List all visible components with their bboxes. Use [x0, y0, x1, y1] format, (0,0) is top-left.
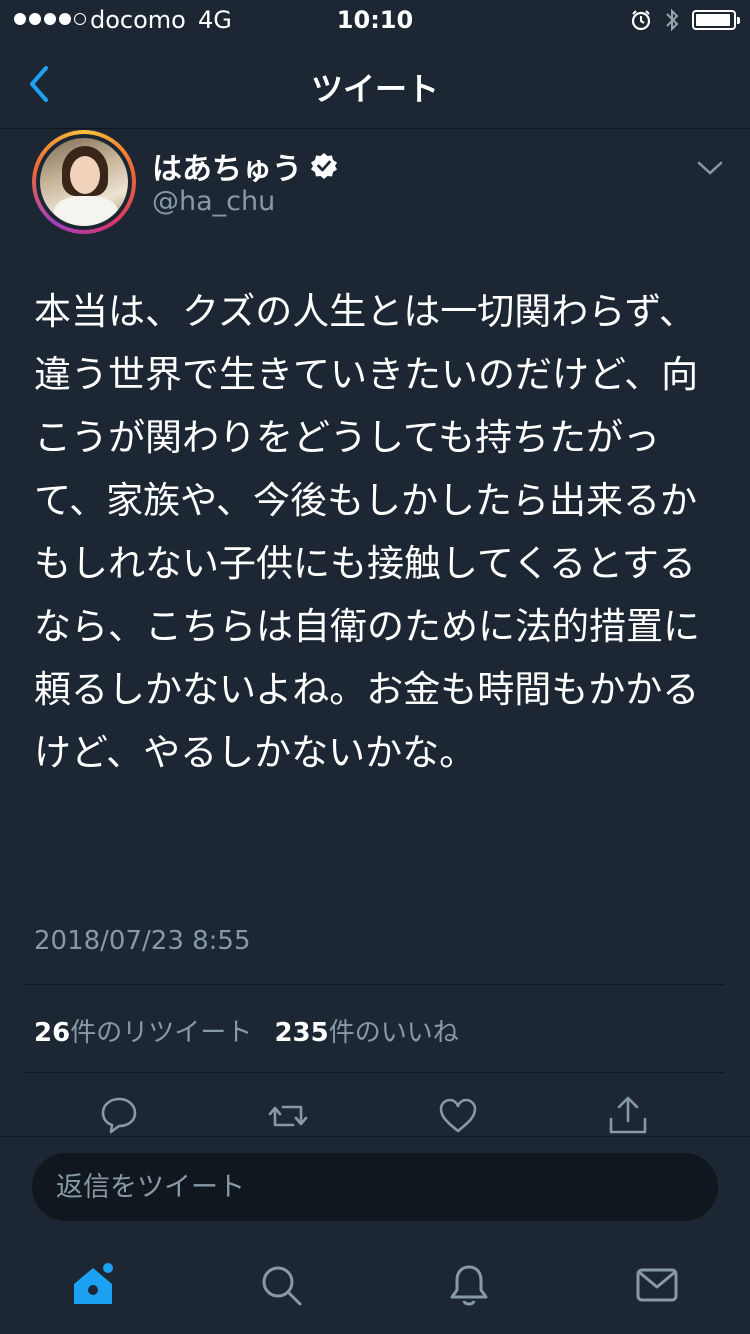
verified-badge-icon	[311, 153, 337, 179]
display-name-row[interactable]: はあちゅう	[152, 144, 338, 188]
user-handle[interactable]: @ha_chu	[152, 186, 275, 217]
chevron-down-icon[interactable]	[694, 156, 726, 180]
reply-icon[interactable]	[97, 1095, 141, 1137]
tweet-text: 本当は、クズの人生とは一切関わらず、違う世界で生きていきたいのだけど、向こうが関…	[34, 290, 700, 774]
page-title: ツイート	[310, 70, 439, 108]
home-icon[interactable]	[70, 1262, 116, 1308]
search-icon[interactable]	[258, 1262, 304, 1308]
like-count: 235	[274, 1018, 329, 1048]
divider	[24, 1072, 725, 1073]
retweet-label: 件のリツイート	[70, 1018, 253, 1048]
avatar[interactable]	[32, 130, 136, 234]
battery-icon	[692, 10, 740, 30]
notifications-icon[interactable]	[446, 1262, 492, 1308]
retweet-count: 26	[34, 1018, 71, 1048]
bluetooth-icon	[666, 8, 679, 32]
like-stat[interactable]: 235件のいいね	[274, 1018, 458, 1048]
tweet-actions	[0, 1095, 750, 1137]
share-icon[interactable]	[606, 1095, 650, 1137]
like-icon[interactable]	[436, 1095, 480, 1137]
status-bar: docomo 4G 10:10	[0, 0, 750, 40]
like-label: 件のいいね	[328, 1018, 459, 1048]
reply-input[interactable]	[32, 1153, 718, 1221]
retweet-icon[interactable]	[266, 1095, 310, 1137]
divider	[24, 984, 725, 985]
reply-bar	[0, 1136, 750, 1237]
retweet-stat[interactable]: 26件のリツイート	[34, 1018, 252, 1048]
navigation-bar: ツイート	[0, 40, 750, 129]
engagement-stats: 26件のリツイート 235件のいいね	[34, 1012, 473, 1049]
tweet-timestamp: 2018/07/23 8:55	[34, 926, 251, 956]
tab-bar	[0, 1236, 750, 1334]
messages-icon[interactable]	[634, 1262, 680, 1308]
display-name[interactable]: はあちゅう	[152, 144, 302, 188]
alarm-icon	[631, 10, 651, 31]
